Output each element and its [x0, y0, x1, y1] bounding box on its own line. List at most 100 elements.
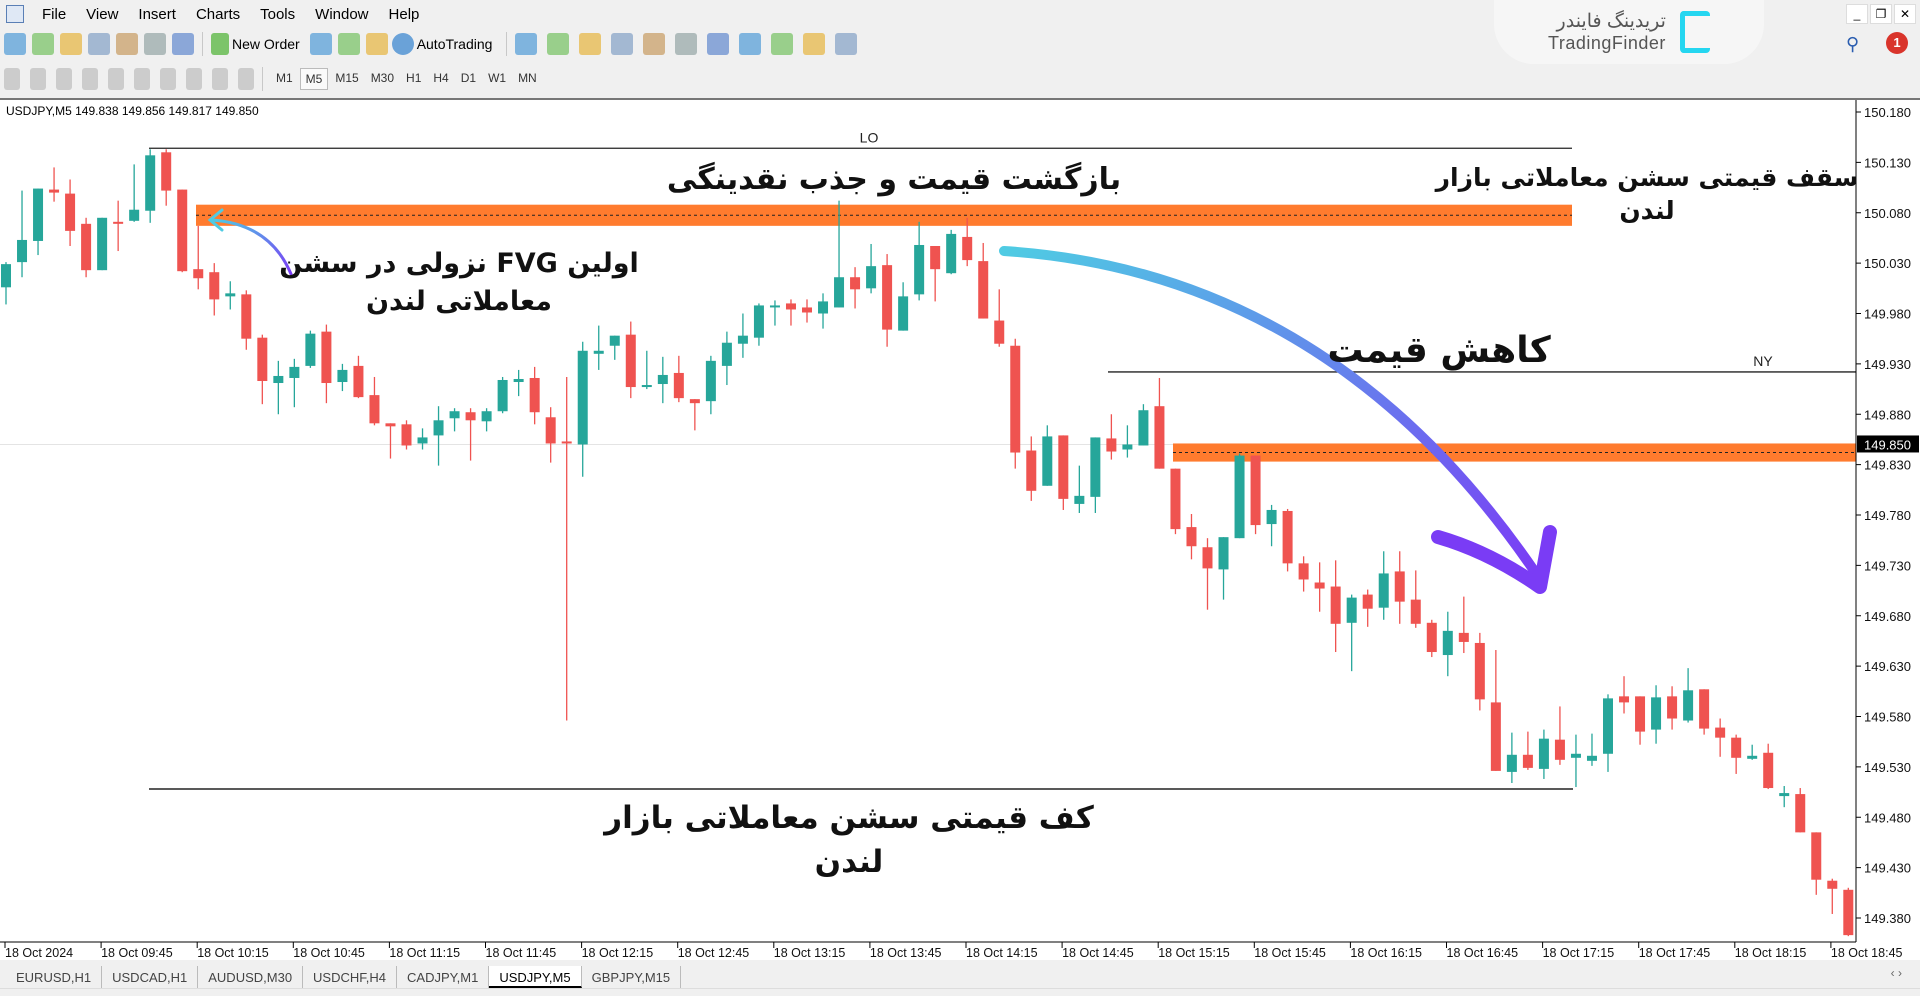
candle-body — [1138, 410, 1149, 446]
timeframe-h1[interactable]: H1 — [401, 68, 426, 90]
indicators-icon[interactable] — [771, 33, 794, 55]
timeframe-mn[interactable]: MN — [513, 68, 542, 90]
timeframe-h4[interactable]: H4 — [428, 68, 453, 90]
chart-tab[interactable]: USDCHF,H4 — [303, 966, 398, 988]
timeframe-w1[interactable]: W1 — [483, 68, 511, 90]
chart-tab[interactable]: EURUSD,H1 — [6, 966, 103, 988]
trendline-icon[interactable] — [108, 68, 124, 90]
time-tick-label: 18 Oct 10:45 — [293, 946, 365, 960]
time-tick-label: 18 Oct 18:45 — [1831, 946, 1903, 960]
chart-tab[interactable]: USDJPY,M5 — [489, 966, 582, 988]
candle — [1186, 513, 1197, 560]
candle — [97, 217, 108, 271]
new-chart-icon[interactable] — [4, 33, 26, 55]
candle-body — [1506, 754, 1517, 772]
text-label-icon[interactable] — [212, 68, 228, 90]
candle-body — [866, 266, 877, 289]
crosshair-icon[interactable] — [30, 68, 46, 90]
zoom-out-icon[interactable] — [643, 33, 666, 55]
candle — [273, 360, 284, 415]
price-chart[interactable]: LO NY 150.180 150.130 150.080 150.030 149.980… — [0, 100, 1920, 962]
candle-body — [129, 209, 140, 221]
candle-body — [49, 189, 60, 193]
menu-charts[interactable]: Charts — [186, 6, 250, 23]
candle — [417, 428, 428, 450]
notifications-badge[interactable]: 1 — [1886, 32, 1908, 54]
candle — [1426, 619, 1437, 658]
autotrading-button[interactable]: AutoTrading — [391, 33, 499, 55]
candle — [689, 399, 700, 431]
candle-body — [177, 189, 188, 272]
candle — [1090, 437, 1101, 513]
vertical-line-icon[interactable] — [56, 68, 72, 90]
ny-label: NY — [1753, 353, 1773, 369]
candle — [994, 289, 1005, 347]
horizontal-line-icon[interactable] — [82, 68, 98, 90]
profiles-icon[interactable] — [32, 33, 54, 55]
zoom-in-icon[interactable] — [611, 33, 634, 55]
chart-tab[interactable]: USDCAD,H1 — [102, 966, 199, 988]
menu-file[interactable]: File — [32, 6, 76, 23]
candle-body — [1763, 752, 1774, 789]
navigator-icon[interactable] — [88, 33, 110, 55]
candle-body — [1362, 594, 1373, 609]
arrows-icon[interactable] — [238, 68, 254, 90]
candle-body — [81, 223, 92, 271]
timeframe-m5[interactable]: M5 — [299, 68, 329, 90]
autoscroll-icon[interactable] — [739, 33, 762, 55]
menu-window[interactable]: Window — [305, 6, 378, 23]
candle-body — [978, 261, 989, 319]
tile-windows-icon[interactable] — [675, 33, 698, 55]
close-icon[interactable]: ✕ — [1894, 4, 1916, 24]
strategy-tester-icon[interactable] — [172, 33, 194, 55]
menu-insert[interactable]: Insert — [128, 6, 186, 23]
chart-tab[interactable]: AUDUSD,M30 — [198, 966, 304, 988]
candle — [946, 229, 957, 275]
vps-icon[interactable] — [365, 33, 388, 55]
equidistant-channel-icon[interactable] — [134, 68, 150, 90]
metaeditor-icon[interactable] — [309, 33, 332, 55]
cursor-icon[interactable] — [4, 68, 20, 90]
candle — [1, 262, 11, 305]
tab-scroll-arrows-icon[interactable]: ‹ › — [1891, 966, 1902, 980]
time-tick-label: 18 Oct 16:45 — [1447, 946, 1519, 960]
terminal-icon[interactable] — [144, 33, 166, 55]
timeframe-m15[interactable]: M15 — [330, 68, 363, 90]
timeframe-d1[interactable]: D1 — [456, 68, 481, 90]
menu-view[interactable]: View — [76, 6, 128, 23]
candle-body — [962, 236, 973, 261]
search-icon[interactable]: ⚲ — [1846, 34, 1859, 55]
toolbar-group — [515, 33, 858, 55]
signals-icon[interactable] — [337, 33, 360, 55]
line-chart-icon[interactable] — [579, 33, 602, 55]
price-tick-label: 149.780 — [1864, 508, 1911, 523]
chart-window[interactable]: LO NY 150.180 150.130 150.080 150.030 149.980… — [0, 98, 1920, 960]
chart-shift-icon[interactable] — [707, 33, 730, 55]
candlestick-icon[interactable] — [547, 33, 570, 55]
periods-icon[interactable] — [803, 33, 826, 55]
market-watch-icon[interactable] — [60, 33, 82, 55]
fibonacci-icon[interactable] — [160, 68, 176, 90]
candle-body — [1234, 455, 1245, 539]
chart-tab[interactable]: GBPJPY,M15 — [582, 966, 682, 988]
restore-icon[interactable]: ❐ — [1870, 4, 1892, 24]
minimize-icon[interactable]: _ — [1846, 4, 1868, 24]
data-window-icon[interactable] — [116, 33, 138, 55]
candle-body — [657, 374, 668, 385]
chart-tab[interactable]: CADJPY,M1 — [397, 966, 490, 988]
bar-chart-icon[interactable] — [515, 33, 538, 55]
candle — [1106, 414, 1117, 460]
zones-layer — [196, 204, 1856, 462]
timeframe-m1[interactable]: M1 — [271, 68, 298, 90]
templates-icon[interactable] — [835, 33, 858, 55]
candle — [1586, 733, 1597, 766]
time-tick-label: 18 Oct 10:15 — [197, 946, 269, 960]
candle-body — [17, 239, 28, 263]
new-order-button[interactable]: New Order — [211, 33, 306, 55]
menu-tools[interactable]: Tools — [250, 6, 305, 23]
timeframe-m30[interactable]: M30 — [366, 68, 399, 90]
text-icon[interactable] — [186, 68, 202, 90]
menu-help[interactable]: Help — [379, 6, 430, 23]
candle-body — [834, 277, 845, 308]
logo-mark-icon — [1679, 11, 1710, 53]
